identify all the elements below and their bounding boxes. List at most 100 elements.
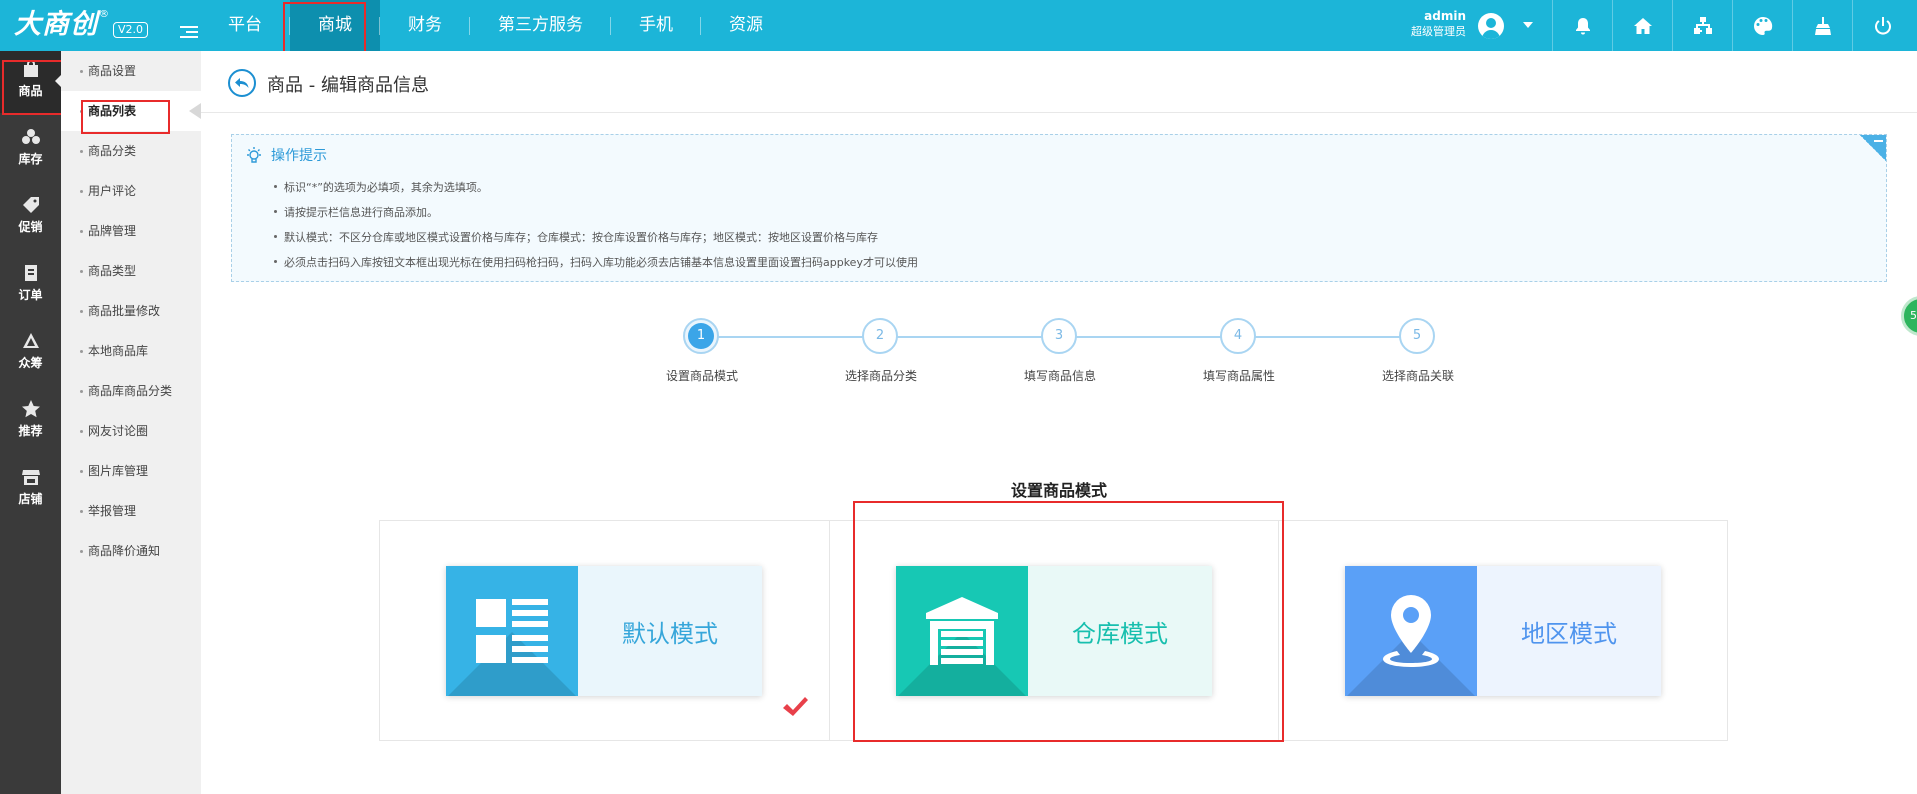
sidebar-item-label: 商品	[18, 84, 43, 98]
step-number: 1	[688, 323, 714, 349]
sidebar-item-goods-settings[interactable]: 商品设置	[61, 51, 201, 91]
sidebar-item-user-comments[interactable]: 用户评论	[61, 171, 201, 211]
list-icon	[446, 566, 578, 696]
check-icon	[783, 697, 808, 716]
step-1-circle[interactable]: 1	[683, 318, 719, 354]
palette-icon[interactable]	[1732, 0, 1792, 51]
step-3-label: 填写商品信息	[1023, 369, 1096, 383]
tip-item: 必须点击扫码入库按钮文本框出现光标在使用扫码枪扫码，扫码入库功能必须去店铺基本信…	[274, 250, 918, 275]
mode-label-default: 默认模式	[578, 566, 762, 696]
chevron-down-icon[interactable]	[1523, 22, 1533, 28]
back-button[interactable]	[228, 69, 256, 97]
user-name: admin	[1424, 9, 1466, 23]
mode-option-default[interactable]: 默认模式	[380, 521, 829, 740]
sidebar-item-label: 众筹	[18, 356, 43, 370]
sidebar-item-price-drop[interactable]: 商品降价通知	[61, 531, 201, 571]
mode-label-warehouse: 仓库模式	[1028, 566, 1212, 696]
sidebar-item-goods-list[interactable]: 商品列表	[61, 91, 201, 131]
mode-option-region[interactable]: 地区模式	[1278, 521, 1727, 740]
mode-option-warehouse[interactable]: 仓库模式	[829, 521, 1278, 740]
bell-icon[interactable]	[1552, 0, 1612, 51]
tip-item: 标识“*”的选项为必填项，其余为选填项。	[274, 175, 918, 200]
collapse-icon[interactable]	[1860, 135, 1886, 161]
sidebar-item-label: 促销	[18, 220, 43, 234]
sidebar-item-label: 店铺	[18, 492, 43, 506]
topnav-item-resources[interactable]: 资源	[701, 0, 791, 51]
topnav-item-mall[interactable]: 商城	[290, 0, 380, 51]
sidebar-item-label: 推荐	[18, 424, 43, 438]
step-5-label: 选择商品关联	[1381, 369, 1454, 383]
sidebar-item-goods-category[interactable]: 商品分类	[61, 131, 201, 171]
sidebar-item-promo[interactable]: 促销	[0, 187, 61, 249]
app-logo[interactable]: 大商创 ® V2.0	[14, 8, 149, 42]
home-icon[interactable]	[1612, 0, 1672, 51]
mode-card-default[interactable]: 默认模式	[446, 566, 762, 696]
sitemap-icon[interactable]	[1672, 0, 1732, 51]
mode-card-region[interactable]: 地区模式	[1345, 566, 1661, 696]
tips-header: 操作提示	[245, 145, 327, 165]
topnav-item-platform[interactable]: 平台	[200, 0, 290, 51]
step-2-circle[interactable]: 2	[862, 318, 898, 354]
user-role: 超级管理员	[1411, 25, 1466, 38]
topnav-item-mobile[interactable]: 手机	[611, 0, 701, 51]
power-icon[interactable]	[1852, 0, 1912, 51]
topnav-item-finance[interactable]: 财务	[380, 0, 470, 51]
page-header: 商品 - 编辑商品信息	[201, 51, 1917, 113]
store-icon	[21, 470, 40, 485]
mode-section-title: 设置商品模式	[1010, 481, 1107, 500]
location-icon	[1345, 566, 1477, 696]
user-info[interactable]: admin 超级管理员	[1400, 9, 1466, 39]
secondary-sidebar: 商品设置 商品列表 商品分类 用户评论 品牌管理 商品类型 商品批量修改 本地商…	[61, 51, 201, 794]
sidebar-item-discussion[interactable]: 网友讨论圈	[61, 411, 201, 451]
tag-icon	[22, 197, 39, 213]
broom-icon[interactable]	[1792, 0, 1852, 51]
topnav-item-third-party[interactable]: 第三方服务	[470, 0, 611, 51]
logo-text: 大商创	[14, 9, 98, 40]
sidebar-item-brand-management[interactable]: 品牌管理	[61, 211, 201, 251]
top-nav: 平台 商城 财务 第三方服务 手机 资源	[200, 0, 791, 51]
floating-badge[interactable]: 57	[1901, 296, 1917, 336]
avatar[interactable]	[1478, 13, 1504, 39]
sidebar-item-image-library[interactable]: 图片库管理	[61, 451, 201, 491]
sidebar-item-stock[interactable]: 库存	[0, 119, 61, 181]
bag-icon	[23, 60, 38, 77]
sidebar-item-library-category[interactable]: 商品库商品分类	[61, 371, 201, 411]
tip-item: 默认模式：不区分仓库或地区模式设置价格与库存；仓库模式：按仓库设置价格与库存；地…	[274, 225, 918, 250]
sidebar-item-goods[interactable]: 商品	[0, 51, 61, 113]
step-4-label: 填写商品属性	[1202, 369, 1275, 383]
tips-title: 操作提示	[271, 148, 327, 164]
sidebar-item-crowdfund[interactable]: 众筹	[0, 323, 61, 385]
step-1-label: 设置商品模式	[665, 369, 738, 383]
version-badge: V2.0	[113, 22, 149, 38]
step-3-circle[interactable]: 3	[1041, 318, 1077, 354]
sidebar-item-label: 订单	[18, 288, 43, 302]
mode-card-warehouse[interactable]: 仓库模式	[896, 566, 1212, 696]
lightbulb-icon	[247, 147, 261, 163]
order-icon	[24, 265, 37, 281]
sidebar-item-goods-type[interactable]: 商品类型	[61, 251, 201, 291]
warehouse-icon	[896, 566, 1028, 696]
star-icon	[21, 400, 40, 418]
page-title: 商品 - 编辑商品信息	[267, 75, 429, 96]
sidebar-item-local-library[interactable]: 本地商品库	[61, 331, 201, 371]
tip-item: 请按提示栏信息进行商品添加。	[274, 200, 918, 225]
step-5-circle[interactable]: 5	[1399, 318, 1435, 354]
step-2-label: 选择商品分类	[844, 369, 917, 383]
sidebar-item-orders[interactable]: 订单	[0, 255, 61, 317]
crowdfund-icon	[22, 333, 39, 348]
sidebar-item-reports[interactable]: 举报管理	[61, 491, 201, 531]
sidebar-item-batch-edit[interactable]: 商品批量修改	[61, 291, 201, 331]
mode-selector: 默认模式 仓库模式 地区模式	[379, 520, 1728, 741]
step-4-circle[interactable]: 4	[1220, 318, 1256, 354]
sidebar-item-label: 库存	[18, 152, 43, 166]
primary-sidebar: 商品 库存 促销 订单 众筹 推荐 店铺	[0, 51, 61, 794]
main-content: 商品 - 编辑商品信息 操作提示 标识“*”的选项为必填项，其余为选填项。 请按…	[201, 51, 1917, 794]
back-arrow-icon	[235, 78, 249, 88]
tips-panel: 操作提示 标识“*”的选项为必填项，其余为选填项。 请按提示栏信息进行商品添加。…	[231, 134, 1887, 282]
sidebar-item-recommend[interactable]: 推荐	[0, 391, 61, 453]
sidebar-item-store[interactable]: 店铺	[0, 459, 61, 521]
top-icon-bar	[1552, 0, 1912, 51]
stock-icon	[21, 129, 40, 144]
menu-toggle-icon[interactable]	[180, 26, 198, 40]
top-bar: 大商创 ® V2.0 平台 商城 财务 第三方服务 手机 资源 admin 超级…	[0, 0, 1917, 51]
